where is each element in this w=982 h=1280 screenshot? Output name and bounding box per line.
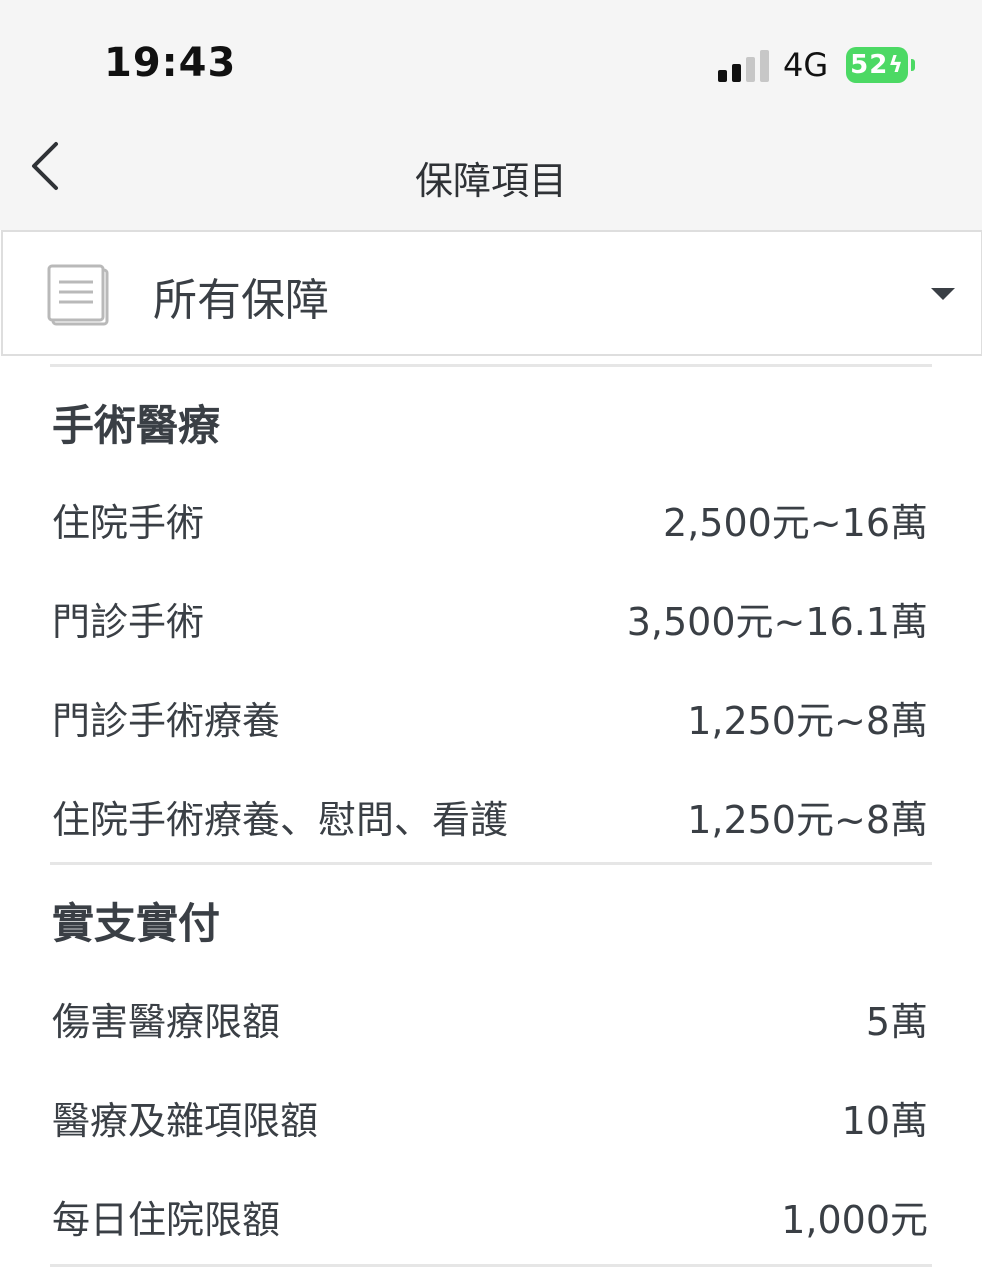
charging-bolt-icon: ϟ — [888, 52, 904, 78]
list-item: 醫療及雜項限額 10萬 — [52, 1090, 928, 1146]
filter-label: 所有保障 — [153, 275, 329, 326]
item-value: 2,500元~16萬 — [663, 501, 928, 545]
caret-down-icon — [931, 288, 955, 300]
signal-icon — [718, 48, 770, 82]
item-value: 1,000元 — [781, 1198, 928, 1242]
battery-level: 52 — [850, 50, 889, 80]
section-title-reimbursement: 實支實付 — [52, 899, 221, 948]
nav-bar: 保障項目 — [0, 120, 982, 230]
item-label: 門診手術 — [52, 600, 205, 644]
item-value: 1,250元~8萬 — [687, 699, 928, 743]
battery-icon: 52 ϟ — [846, 47, 908, 83]
item-label: 每日住院限額 — [52, 1198, 281, 1242]
list-item: 傷害醫療限額 5萬 — [52, 991, 928, 1047]
list-item: 門診手術療養 1,250元~8萬 — [52, 690, 928, 746]
item-value: 10萬 — [841, 1099, 928, 1143]
item-value: 5萬 — [865, 1000, 928, 1044]
coverage-filter-dropdown[interactable]: 所有保障 — [1, 230, 982, 356]
list-item: 住院手術療養、慰問、看護 1,250元~8萬 — [52, 789, 928, 845]
item-label: 住院手術療養、慰問、看護 — [52, 798, 509, 842]
item-label: 傷害醫療限額 — [52, 1000, 281, 1044]
status-bar: 19:43 4G 52 ϟ — [0, 0, 982, 120]
divider — [50, 1264, 932, 1267]
item-label: 門診手術療養 — [52, 699, 281, 743]
battery-cap — [911, 59, 915, 71]
item-value: 1,250元~8萬 — [687, 798, 928, 842]
document-icon — [47, 264, 109, 326]
section-title-surgery: 手術醫療 — [52, 401, 221, 450]
status-time: 19:43 — [104, 40, 237, 86]
item-label: 住院手術 — [52, 501, 205, 545]
network-type: 4G — [783, 46, 829, 84]
divider — [50, 862, 932, 865]
list-item: 門診手術 3,500元~16.1萬 — [52, 591, 928, 647]
divider — [50, 364, 932, 367]
item-value: 3,500元~16.1萬 — [626, 600, 928, 644]
item-label: 醫療及雜項限額 — [52, 1099, 319, 1143]
list-item: 住院手術 2,500元~16萬 — [52, 492, 928, 548]
list-item: 每日住院限額 1,000元 — [52, 1189, 928, 1245]
page-title: 保障項目 — [414, 159, 567, 203]
